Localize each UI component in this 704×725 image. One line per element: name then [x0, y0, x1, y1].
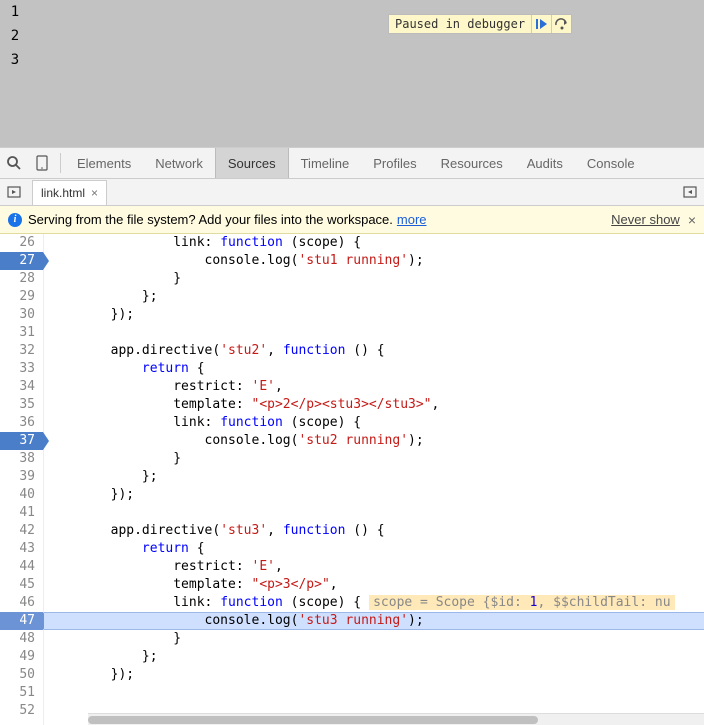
line-number[interactable]: 31 [0, 324, 43, 342]
line-number[interactable]: 43 [0, 540, 43, 558]
rendered-page-pane: 1 2 3 Paused in debugger [0, 0, 704, 147]
step-over-icon [555, 18, 569, 30]
search-button[interactable] [0, 148, 28, 178]
code-line: console.log('stu2 running'); [44, 432, 704, 450]
line-number-exec[interactable]: 47 [0, 612, 43, 630]
resume-icon [536, 18, 548, 30]
line-number[interactable]: 51 [0, 684, 43, 702]
line-number[interactable]: 49 [0, 648, 43, 666]
horizontal-scrollbar[interactable] [88, 713, 704, 725]
code-line: link: function (scope) { [44, 414, 704, 432]
tab-profiles[interactable]: Profiles [361, 148, 428, 178]
tab-elements[interactable]: Elements [65, 148, 143, 178]
line-number-breakpoint[interactable]: 37 [0, 432, 43, 450]
line-number[interactable]: 34 [0, 378, 43, 396]
line-number[interactable]: 50 [0, 666, 43, 684]
line-number[interactable]: 28 [0, 270, 43, 288]
device-icon [36, 155, 48, 171]
code-line: app.directive('stu2', function () { [44, 342, 704, 360]
file-tab-bar: link.html × [0, 179, 704, 206]
file-tab-link-html[interactable]: link.html × [32, 180, 107, 205]
line-number[interactable]: 36 [0, 414, 43, 432]
code-line: template: "<p>2</p><stu3></stu3>", [44, 396, 704, 414]
line-number[interactable]: 29 [0, 288, 43, 306]
line-number[interactable]: 30 [0, 306, 43, 324]
close-icon[interactable]: × [91, 186, 98, 200]
line-number[interactable]: 40 [0, 486, 43, 504]
page-line-2: 2 [0, 24, 30, 48]
code-line: restrict: 'E', [44, 558, 704, 576]
line-number-breakpoint[interactable]: 27 [0, 252, 43, 270]
code-line: } [44, 450, 704, 468]
line-number[interactable]: 46 [0, 594, 43, 612]
code-line: link: function (scope) { [44, 234, 704, 252]
line-number[interactable]: 52 [0, 702, 43, 720]
navigator-toggle-button[interactable] [0, 177, 28, 207]
code-line: template: "<p>3</p>", [44, 576, 704, 594]
never-show-link[interactable]: Never show [611, 212, 680, 227]
code-line: }); [44, 486, 704, 504]
debugger-paused-text: Paused in debugger [389, 17, 531, 31]
divider [60, 153, 61, 173]
code-line: return { [44, 540, 704, 558]
line-number[interactable]: 32 [0, 342, 43, 360]
code-line: link: function (scope) {scope = Scope {$… [44, 594, 704, 612]
inline-value-hint: scope = Scope {$id: 1, $$childTail: nu [369, 595, 674, 610]
code-line: }; [44, 468, 704, 486]
line-number[interactable]: 44 [0, 558, 43, 576]
code-line: }; [44, 288, 704, 306]
scrollbar-thumb[interactable] [88, 716, 538, 724]
code-line: restrict: 'E', [44, 378, 704, 396]
tab-sources[interactable]: Sources [215, 148, 289, 178]
code-line: } [44, 630, 704, 648]
debugger-paused-badge: Paused in debugger [388, 14, 572, 34]
code-line: return { [44, 360, 704, 378]
code-line: console.log('stu1 running'); [44, 252, 704, 270]
code-line [44, 324, 704, 342]
page-line-3: 3 [0, 48, 30, 72]
code-line: }); [44, 666, 704, 684]
tab-console[interactable]: Console [575, 148, 647, 178]
source-code-area: 26 27 28 29 30 31 32 33 34 35 36 37 38 3… [0, 234, 704, 725]
resume-button[interactable] [531, 15, 551, 33]
tab-audits[interactable]: Audits [515, 148, 575, 178]
line-number[interactable]: 45 [0, 576, 43, 594]
code-line [44, 684, 704, 702]
workspace-info-bar: i Serving from the file system? Add your… [0, 206, 704, 234]
line-number[interactable]: 42 [0, 522, 43, 540]
code-line: }); [44, 306, 704, 324]
tab-network[interactable]: Network [143, 148, 215, 178]
info-icon: i [8, 213, 22, 227]
close-infobar-button[interactable]: × [688, 212, 696, 228]
info-text: Serving from the file system? Add your f… [28, 212, 393, 227]
navigator-icon [7, 185, 21, 199]
code-line: } [44, 270, 704, 288]
tab-timeline[interactable]: Timeline [289, 148, 362, 178]
file-tab-label: link.html [41, 186, 85, 200]
page-line-1: 1 [0, 0, 30, 24]
code-line: app.directive('stu3', function () { [44, 522, 704, 540]
line-number[interactable]: 33 [0, 360, 43, 378]
panel-icon [683, 185, 697, 199]
more-link[interactable]: more [397, 212, 427, 227]
code-line: }; [44, 648, 704, 666]
code-content[interactable]: link: function (scope) { console.log('st… [44, 234, 704, 725]
device-toggle-button[interactable] [28, 148, 56, 178]
tab-resources[interactable]: Resources [429, 148, 515, 178]
line-number[interactable]: 48 [0, 630, 43, 648]
code-line [44, 504, 704, 522]
step-over-button[interactable] [551, 15, 571, 33]
line-number[interactable]: 39 [0, 468, 43, 486]
line-number[interactable]: 41 [0, 504, 43, 522]
line-number[interactable]: 26 [0, 234, 43, 252]
debugger-toggle-button[interactable] [676, 177, 704, 207]
search-icon [6, 155, 22, 171]
code-line-exec: console.log('stu3 running'); [44, 612, 704, 630]
line-number[interactable]: 38 [0, 450, 43, 468]
line-number[interactable]: 35 [0, 396, 43, 414]
devtools-tab-bar: Elements Network Sources Timeline Profil… [0, 147, 704, 179]
line-number-gutter[interactable]: 26 27 28 29 30 31 32 33 34 35 36 37 38 3… [0, 234, 44, 725]
